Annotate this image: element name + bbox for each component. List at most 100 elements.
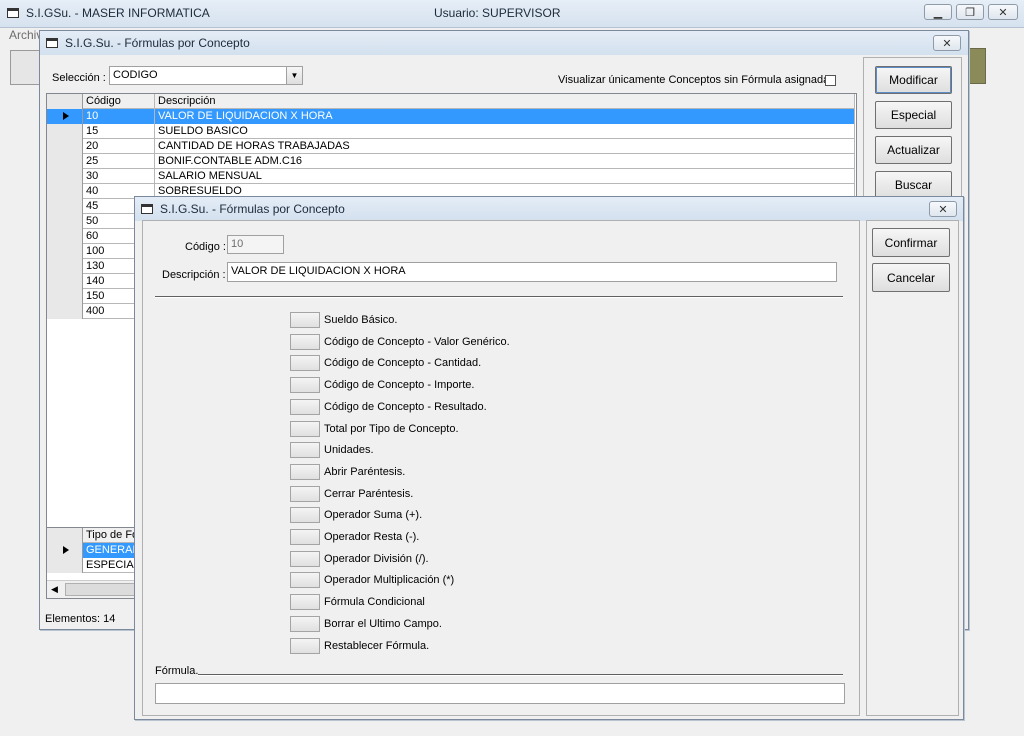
sin-formula-label: Visualizar únicamente Conceptos sin Fórm… [558, 74, 830, 86]
minimize-icon: ▁ [933, 6, 943, 19]
cell-codigo[interactable]: 20 [83, 139, 155, 154]
cell-codigo[interactable]: 10 [83, 109, 155, 124]
row-indicator[interactable] [47, 289, 83, 304]
insert-item-button[interactable] [290, 486, 320, 502]
seleccion-value: CODIGO [113, 69, 158, 81]
toolbar-button[interactable] [10, 50, 40, 85]
restore-button[interactable]: ❐ [956, 4, 984, 20]
insert-item-button[interactable] [290, 507, 320, 523]
close-formula-editor-button[interactable]: ✕ [929, 201, 957, 217]
insert-item-label: Operador Suma (+). [324, 509, 423, 521]
horizontal-scrollbar[interactable]: ◀ [47, 580, 147, 598]
formula-editor-titlebar: S.I.G.Su. - Fórmulas por Concepto [135, 197, 963, 221]
row-indicator[interactable] [47, 124, 83, 139]
cell-descripcion[interactable]: CANTIDAD DE HORAS TRABAJADAS [155, 139, 855, 154]
row-indicator[interactable] [47, 109, 83, 124]
cell-descripcion[interactable]: VALOR DE LIQUIDACION X HORA [155, 109, 855, 124]
insert-item-button[interactable] [290, 464, 320, 480]
insert-item-button[interactable] [290, 551, 320, 567]
especial-button[interactable]: Especial [875, 101, 952, 129]
insert-item-button[interactable] [290, 594, 320, 610]
scroll-left-icon[interactable]: ◀ [51, 584, 58, 595]
insert-item-label: Operador Resta (-). [324, 531, 420, 543]
buscar-button[interactable]: Buscar [875, 171, 952, 199]
insert-item-label: Restablecer Fórmula. [324, 640, 430, 652]
insert-item-label: Cerrar Paréntesis. [324, 488, 414, 500]
insert-item-button[interactable] [290, 421, 320, 437]
tipo-row[interactable]: GENERAL [47, 543, 147, 558]
insert-item-button[interactable] [290, 399, 320, 415]
cell-codigo[interactable]: 30 [83, 169, 155, 184]
descripcion-field[interactable]: VALOR DE LIQUIDACION X HORA [227, 262, 837, 282]
cell-descripcion[interactable]: BONIF.CONTABLE ADM.C16 [155, 154, 855, 169]
table-row[interactable]: 10 VALOR DE LIQUIDACION X HORA [47, 109, 855, 124]
insert-item-button[interactable] [290, 572, 320, 588]
insert-item-label: Operador División (/). [324, 553, 429, 565]
formula-editor-window: S.I.G.Su. - Fórmulas por Concepto ✕ Códi… [134, 196, 964, 720]
tipo-row[interactable]: ESPECIAL [47, 558, 147, 573]
app-icon [7, 8, 19, 18]
formula-field[interactable] [155, 683, 845, 704]
row-indicator[interactable] [47, 274, 83, 289]
table-row[interactable]: 30 SALARIO MENSUAL [47, 169, 855, 184]
user-label: Usuario: SUPERVISOR [434, 6, 561, 20]
cell-codigo[interactable]: 15 [83, 124, 155, 139]
window-icon [141, 204, 153, 214]
sin-formula-checkbox[interactable] [825, 75, 836, 86]
table-row[interactable]: 20 CANTIDAD DE HORAS TRABAJADAS [47, 139, 855, 154]
row-indicator[interactable] [47, 169, 83, 184]
insert-item-button[interactable] [290, 616, 320, 632]
seleccion-select[interactable]: CODIGO ▼ [109, 66, 303, 85]
seleccion-label: Selección : [52, 72, 106, 84]
modificar-button[interactable]: Modificar [875, 66, 952, 94]
chevron-down-icon[interactable]: ▼ [286, 67, 302, 84]
cell-codigo[interactable]: 25 [83, 154, 155, 169]
table-row[interactable]: 25 BONIF.CONTABLE ADM.C16 [47, 154, 855, 169]
insert-item-label: Operador Multiplicación (*) [324, 574, 455, 586]
insert-item-label: Código de Concepto - Importe. [324, 379, 475, 391]
grid-header: Código Descripción [47, 94, 855, 109]
close-app-button[interactable]: ✕ [988, 4, 1018, 20]
insert-item-label: Fórmula Condicional [324, 596, 425, 608]
scroll-thumb[interactable] [65, 583, 143, 596]
restore-icon: ❐ [965, 6, 975, 19]
formula-editor-title: S.I.G.Su. - Fórmulas por Concepto [160, 202, 345, 216]
actualizar-button[interactable]: Actualizar [875, 136, 952, 164]
concept-list-title: S.I.G.Su. - Fórmulas por Concepto [65, 36, 250, 50]
table-row[interactable]: 15 SUELDO BASICO [47, 124, 855, 139]
descripcion-label: Descripción : [162, 269, 226, 281]
row-indicator[interactable] [47, 139, 83, 154]
row-indicator[interactable] [47, 199, 83, 214]
row-indicator[interactable] [47, 229, 83, 244]
insert-item-button[interactable] [290, 377, 320, 393]
insert-item-button[interactable] [290, 442, 320, 458]
insert-item-button[interactable] [290, 638, 320, 654]
close-concept-list-button[interactable]: ✕ [933, 35, 961, 51]
header-codigo[interactable]: Código [83, 94, 155, 109]
confirmar-button[interactable]: Confirmar [872, 228, 950, 257]
insert-item-button[interactable] [290, 529, 320, 545]
tipo-formula-grid[interactable]: Tipo de Fó GENERAL ESPECIAL ◀ [46, 527, 148, 599]
row-indicator[interactable] [47, 259, 83, 274]
header-descripcion[interactable]: Descripción [155, 94, 855, 109]
close-icon: ✕ [938, 203, 948, 216]
insert-item-button[interactable] [290, 312, 320, 328]
window-icon [46, 38, 58, 48]
minimize-button[interactable]: ▁ [924, 4, 952, 20]
insert-item-label: Código de Concepto - Valor Genérico. [324, 336, 510, 348]
row-indicator[interactable] [47, 184, 83, 199]
row-indicator[interactable] [47, 214, 83, 229]
divider [155, 296, 843, 298]
app-title-bar: S.I.GSu. - MASER INFORMATICA Usuario: SU… [0, 0, 1024, 28]
cell-descripcion[interactable]: SALARIO MENSUAL [155, 169, 855, 184]
insert-item-button[interactable] [290, 355, 320, 371]
row-indicator[interactable] [47, 244, 83, 259]
cell-descripcion[interactable]: SUELDO BASICO [155, 124, 855, 139]
row-indicator[interactable] [47, 154, 83, 169]
codigo-label: Código : [185, 241, 226, 253]
insert-item-button[interactable] [290, 334, 320, 350]
insert-item-label: Sueldo Básico. [324, 314, 398, 326]
cancelar-button[interactable]: Cancelar [872, 263, 950, 292]
row-indicator[interactable] [47, 304, 83, 319]
codigo-field[interactable]: 10 [227, 235, 284, 254]
